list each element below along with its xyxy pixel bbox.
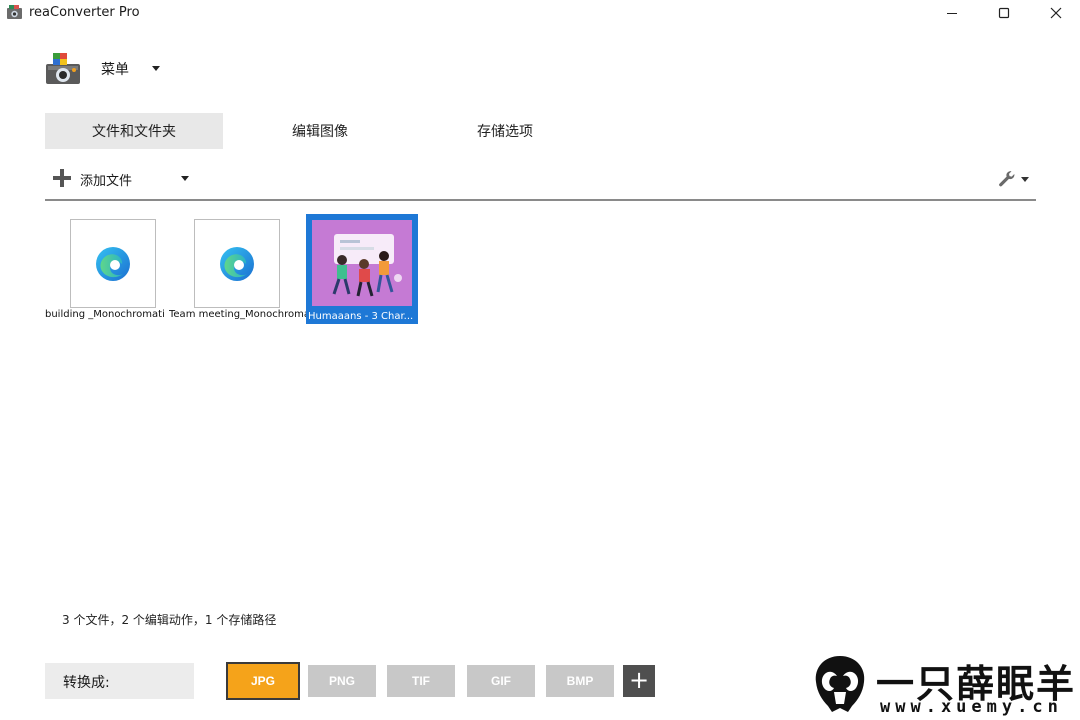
close-icon: [1050, 7, 1062, 19]
toolbar-divider: [45, 199, 1036, 201]
format-tif-button[interactable]: TIF: [387, 665, 455, 697]
format-jpg-button[interactable]: JPG: [226, 662, 300, 700]
app-window: reaConverter Pro 菜单 文件和文件夹 编辑图像 存储选项 添加文…: [0, 0, 1080, 720]
reaconverter-logo-icon: [46, 53, 80, 84]
watermark-url: www.xuemy.cn: [880, 697, 1063, 717]
file-name: Team meeting_Monochromatic.svg: [169, 309, 306, 320]
tab-edit-images[interactable]: 编辑图像: [231, 113, 409, 149]
file-thumbnail: [194, 219, 280, 308]
convert-to-label: 转换成:: [45, 663, 194, 699]
menu-label: 菜单: [101, 62, 129, 78]
maximize-button[interactable]: [980, 0, 1028, 26]
main-menu-button[interactable]: 菜单: [44, 48, 174, 88]
add-format-button[interactable]: +: [623, 665, 655, 697]
plus-icon: [53, 169, 71, 187]
tab-saving-options[interactable]: 存储选项: [416, 113, 594, 149]
format-png-button[interactable]: PNG: [308, 665, 376, 697]
edge-icon: [96, 246, 130, 281]
settings-dropdown-button[interactable]: [996, 168, 1032, 190]
file-item[interactable]: Team meeting_Monochromatic.svg: [169, 215, 306, 325]
illustration-thumbnail: [312, 220, 412, 306]
file-name: building _Monochromatic.svg: [45, 309, 165, 320]
file-item-selected[interactable]: Humaaans - 3 Char...: [306, 214, 418, 324]
people-illustration-icon: [332, 234, 402, 297]
chevron-down-icon: [181, 176, 189, 181]
maximize-icon: [998, 7, 1010, 19]
close-button[interactable]: [1032, 0, 1080, 26]
title-bar: reaConverter Pro: [0, 0, 1080, 26]
add-files-button[interactable]: 添加文件: [52, 166, 197, 190]
window-title: reaConverter Pro: [29, 5, 140, 20]
format-gif-button[interactable]: GIF: [467, 665, 535, 697]
app-icon: [7, 5, 22, 19]
format-bmp-button[interactable]: BMP: [546, 665, 614, 697]
chevron-down-icon: [1021, 177, 1029, 182]
file-name: Humaaans - 3 Char...: [308, 311, 414, 322]
minimize-icon: [947, 13, 957, 14]
ram-logo-icon: [815, 656, 865, 712]
add-files-label: 添加文件: [80, 174, 133, 189]
status-summary: 3 个文件，2 个编辑动作，1 个存储路径: [62, 613, 277, 627]
chevron-down-icon: [152, 66, 160, 71]
wrench-icon: [999, 171, 1015, 187]
file-thumbnail: [70, 219, 156, 308]
edge-icon: [220, 246, 254, 281]
minimize-button[interactable]: [928, 0, 976, 26]
file-item[interactable]: building _Monochromatic.svg: [45, 215, 165, 325]
tab-files-and-folders[interactable]: 文件和文件夹: [45, 113, 223, 149]
